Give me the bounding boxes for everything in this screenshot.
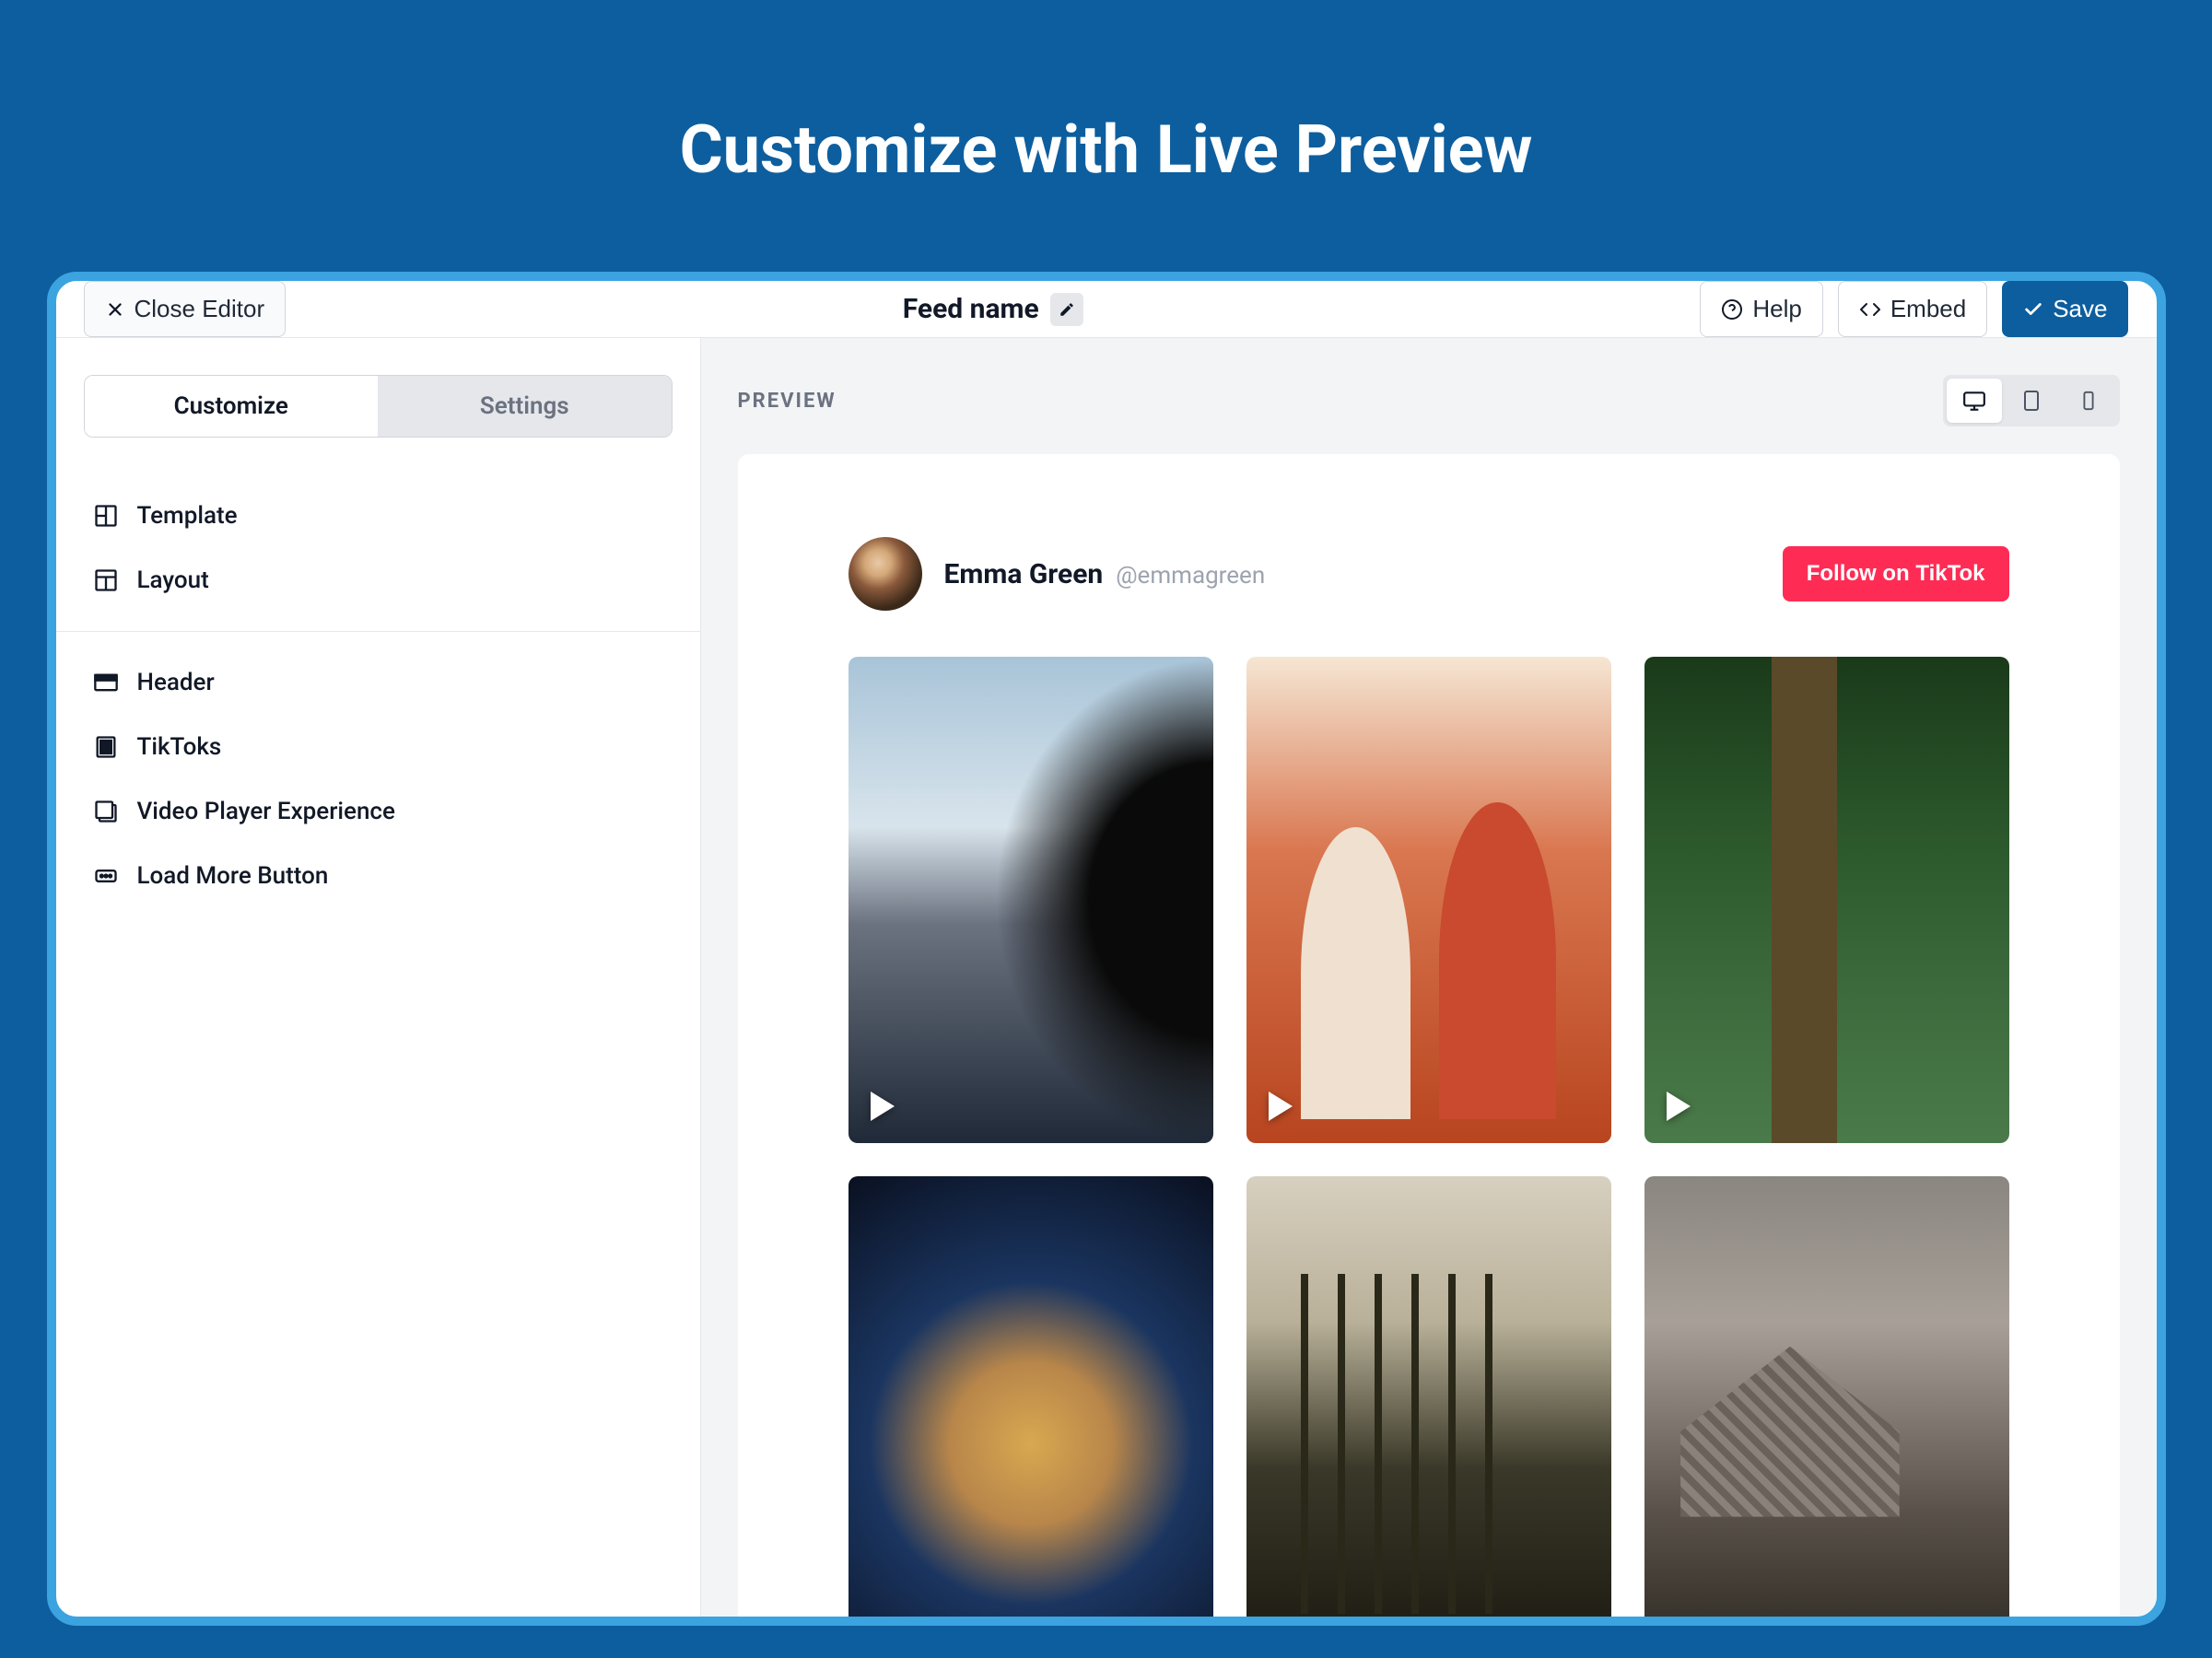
- device-desktop-button[interactable]: [1947, 379, 2002, 423]
- content-area: PREVIEW: [701, 338, 2157, 1626]
- video-grid: [849, 657, 2009, 1626]
- app-window: Close Editor Feed name Help: [47, 272, 2166, 1626]
- profile-name: Emma Green: [944, 558, 1104, 590]
- video-player-icon: [93, 799, 119, 824]
- sidebar-item-video-player[interactable]: Video Player Experience: [84, 779, 673, 844]
- sidebar-item-label: Load More Button: [137, 862, 329, 890]
- play-icon: [871, 1092, 895, 1121]
- help-label: Help: [1752, 295, 1801, 323]
- embed-label: Embed: [1890, 295, 1966, 323]
- sidebar-item-label: Header: [137, 669, 215, 696]
- close-icon: [105, 299, 125, 320]
- video-tile[interactable]: [1644, 657, 2009, 1143]
- sidebar-item-header[interactable]: Header: [84, 650, 673, 715]
- avatar: [849, 537, 922, 611]
- sidebar-item-label: Layout: [137, 566, 209, 594]
- feed-name: Feed name: [903, 293, 1039, 325]
- profile-handle: @emmagreen: [1116, 562, 1265, 590]
- sidebar-tabs: Customize Settings: [84, 375, 673, 438]
- close-editor-label: Close Editor: [135, 295, 265, 323]
- preview-canvas: Emma Green @emmagreen Follow on TikTok: [738, 454, 2120, 1626]
- device-tablet-button[interactable]: [2004, 379, 2059, 423]
- help-button[interactable]: Help: [1700, 281, 1822, 337]
- sidebar-item-layout[interactable]: Layout: [84, 548, 673, 613]
- divider: [56, 631, 700, 632]
- pencil-icon: [1059, 301, 1075, 318]
- sidebar-item-label: Template: [137, 502, 238, 530]
- video-tile[interactable]: [1246, 1176, 1611, 1626]
- device-toggle: [1943, 375, 2120, 426]
- tablet-icon: [2020, 390, 2042, 412]
- save-button[interactable]: Save: [2002, 281, 2128, 337]
- play-icon: [1269, 1092, 1293, 1121]
- close-editor-button[interactable]: Close Editor: [84, 281, 287, 337]
- sidebar: Customize Settings Template Layo: [56, 338, 701, 1626]
- video-tile[interactable]: [849, 657, 1213, 1143]
- header-icon: [93, 670, 119, 695]
- tab-settings[interactable]: Settings: [378, 376, 672, 437]
- save-label: Save: [2053, 295, 2107, 323]
- load-more-icon: [93, 863, 119, 889]
- desktop-icon: [1962, 389, 1986, 413]
- edit-feed-name-button[interactable]: [1050, 293, 1083, 326]
- preview-label: PREVIEW: [738, 390, 837, 413]
- check-icon: [2023, 299, 2043, 320]
- sidebar-item-template[interactable]: Template: [84, 484, 673, 548]
- hero-title: Customize with Live Preview: [680, 111, 1533, 189]
- mobile-icon: [2078, 391, 2099, 411]
- tab-customize[interactable]: Customize: [85, 376, 379, 437]
- sidebar-item-tiktoks[interactable]: TikToks: [84, 715, 673, 779]
- sidebar-item-label: TikToks: [137, 733, 222, 761]
- device-mobile-button[interactable]: [2061, 379, 2116, 423]
- code-icon: [1859, 298, 1881, 321]
- follow-button[interactable]: Follow on TikTok: [1783, 546, 2009, 601]
- play-icon: [1667, 1092, 1691, 1121]
- video-tile[interactable]: [1644, 1176, 2009, 1626]
- layout-icon: [93, 567, 119, 593]
- sidebar-item-load-more[interactable]: Load More Button: [84, 844, 673, 908]
- tiktoks-icon: [93, 734, 119, 760]
- sidebar-item-label: Video Player Experience: [137, 798, 395, 825]
- template-icon: [93, 503, 119, 529]
- topbar: Close Editor Feed name Help: [56, 281, 2157, 338]
- help-icon: [1721, 298, 1743, 321]
- video-tile[interactable]: [1246, 657, 1611, 1143]
- embed-button[interactable]: Embed: [1838, 281, 1987, 337]
- video-tile[interactable]: [849, 1176, 1213, 1626]
